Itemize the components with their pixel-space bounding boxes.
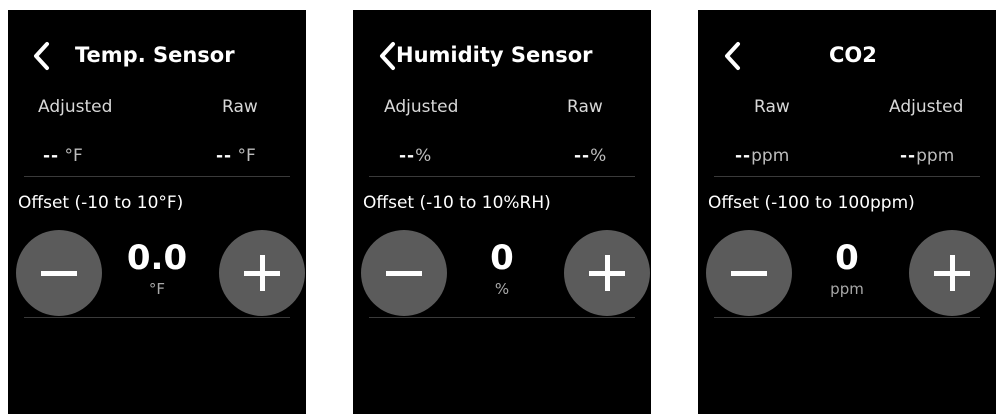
increment-button[interactable] (564, 230, 650, 316)
chevron-left-icon (34, 42, 49, 70)
raw-label: Raw (754, 97, 790, 117)
raw-reading: -- (216, 146, 233, 166)
divider (369, 176, 635, 177)
raw-value: --ppm (735, 144, 789, 168)
co2-screen: CO2 Raw Adjusted --ppm --ppm Offset (-10… (698, 10, 996, 414)
adjusted-unit: ppm (916, 146, 955, 166)
offset-value: 0 (490, 238, 514, 278)
humidity-sensor-screen: Humidity Sensor Adjusted Raw --% --% Off… (353, 10, 651, 414)
decrement-button[interactable] (706, 230, 792, 316)
raw-unit: °F (232, 146, 256, 166)
divider (714, 317, 980, 318)
chevron-left-icon (725, 42, 740, 70)
adjusted-unit: °F (59, 146, 83, 166)
offset-value: 0 (835, 238, 859, 278)
increment-button[interactable] (909, 230, 995, 316)
page-title: CO2 (829, 43, 877, 67)
offset-label: Offset (-10 to 10°F) (18, 193, 184, 213)
offset-unit: ppm (830, 280, 864, 298)
header: Humidity Sensor (353, 39, 651, 75)
offset-unit: % (494, 280, 510, 298)
adjusted-reading: -- (900, 146, 917, 166)
offset-label: Offset (-10 to 10%RH) (363, 193, 551, 213)
adjusted-reading: -- (399, 146, 416, 166)
raw-reading: -- (574, 146, 591, 166)
adjusted-unit: % (415, 146, 432, 166)
adjusted-label: Adjusted (384, 97, 459, 117)
raw-unit: ppm (751, 146, 790, 166)
raw-label: Raw (222, 97, 258, 117)
header: CO2 (698, 39, 996, 75)
divider (714, 176, 980, 177)
divider (24, 176, 290, 177)
minus-icon (731, 271, 767, 276)
page-title: Temp. Sensor (75, 43, 235, 67)
adjusted-reading: -- (43, 146, 60, 166)
raw-reading: -- (735, 146, 752, 166)
raw-value: -- °F (216, 144, 256, 168)
raw-label: Raw (567, 97, 603, 117)
back-button[interactable] (30, 41, 54, 71)
divider (24, 317, 290, 318)
decrement-button[interactable] (361, 230, 447, 316)
raw-value: --% (574, 144, 606, 168)
temp-sensor-screen: Temp. Sensor Adjusted Raw -- °F -- °F Of… (8, 10, 306, 414)
adjusted-value: --ppm (900, 144, 954, 168)
adjusted-value: --% (399, 144, 431, 168)
decrement-button[interactable] (16, 230, 102, 316)
offset-label: Offset (-100 to 100ppm) (708, 193, 915, 213)
adjusted-value: -- °F (43, 144, 83, 168)
back-button[interactable] (721, 41, 745, 71)
divider (369, 317, 635, 318)
offset-value: 0.0 (126, 238, 188, 278)
increment-button[interactable] (219, 230, 305, 316)
minus-icon (41, 271, 77, 276)
page-title: Humidity Sensor (396, 43, 593, 67)
adjusted-label: Adjusted (38, 97, 113, 117)
raw-unit: % (590, 146, 607, 166)
offset-unit: °F (148, 280, 166, 298)
minus-icon (386, 271, 422, 276)
adjusted-label: Adjusted (889, 97, 964, 117)
header: Temp. Sensor (8, 39, 306, 75)
